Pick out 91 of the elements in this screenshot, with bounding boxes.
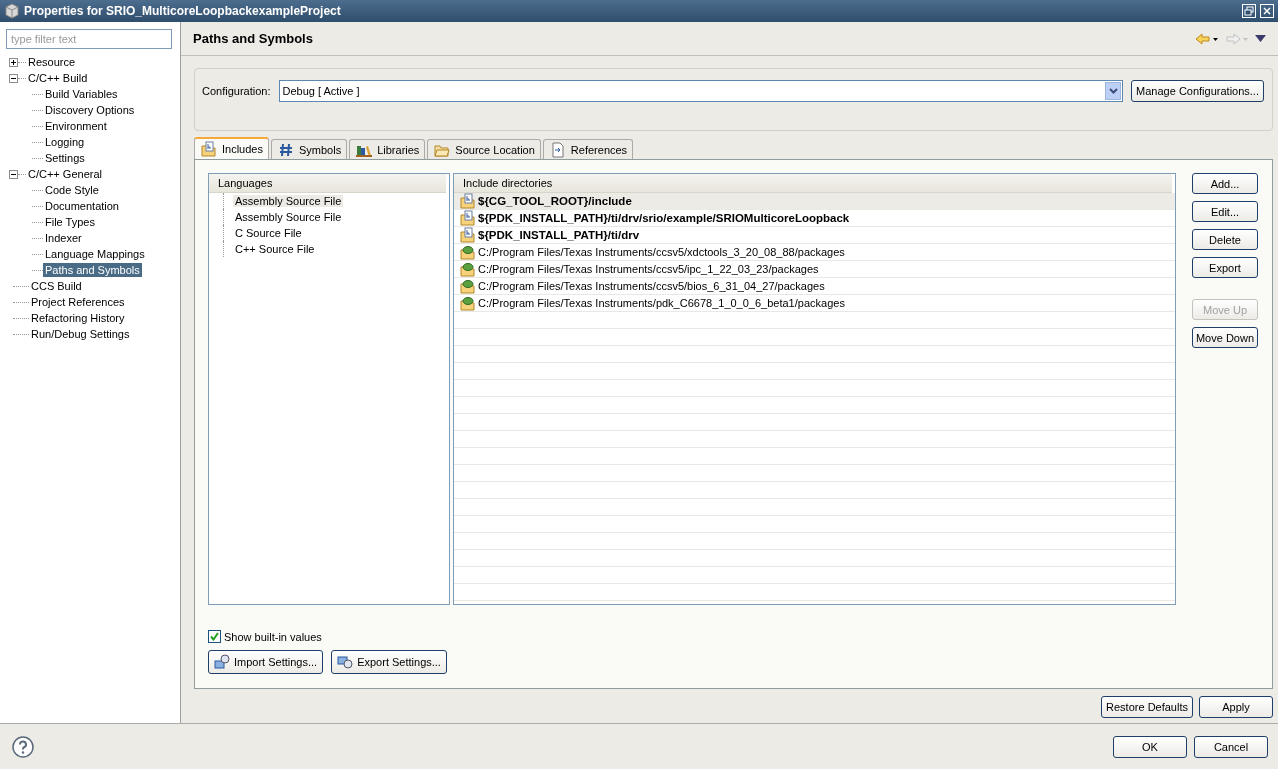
package-folder-icon xyxy=(460,244,476,260)
list-item[interactable]: C Source File xyxy=(233,227,304,239)
list-item[interactable]: Assembly Source File xyxy=(233,211,344,223)
list-item[interactable]: C++ Source File xyxy=(233,243,317,255)
checkbox-label: Show built-in values xyxy=(224,630,322,643)
hash-icon xyxy=(278,141,294,158)
tree-item[interactable]: Project References xyxy=(29,295,127,309)
directory-path: ${PDK_INSTALL_PATH}/ti/drv/srio/example/SRIOMulticoreLoopback xyxy=(478,212,850,224)
directory-path: C:/Program Files/Texas Instruments/ccsv5/bios_6_31_04_27/packages xyxy=(478,280,825,292)
filter-field[interactable]: type filter text xyxy=(6,29,172,49)
back-button[interactable] xyxy=(1195,32,1219,45)
tab[interactable]: Includes xyxy=(194,137,269,159)
tree-item[interactable]: Run/Debug Settings xyxy=(29,327,132,341)
tree-item[interactable]: Resource xyxy=(26,55,78,69)
tree-item[interactable]: CCS Build xyxy=(29,279,84,293)
tree-item[interactable]: File Types xyxy=(43,215,97,229)
table-row[interactable]: ${PDK_INSTALL_PATH}/ti/drv xyxy=(454,227,1175,244)
action-button[interactable]: Move Down xyxy=(1192,327,1258,348)
tab[interactable]: References xyxy=(542,139,634,159)
expand-toggle[interactable] xyxy=(9,169,18,179)
directory-path: C:/Program Files/Texas Instruments/ccsv5/ipc_1_22_03_23/packages xyxy=(478,263,819,275)
close-button[interactable] xyxy=(1260,4,1274,18)
export-icon xyxy=(337,654,354,670)
directory-path: C:/Program Files/Texas Instruments/ccsv5/xdctools_3_20_08_88/packages xyxy=(478,246,845,258)
view-menu-button[interactable] xyxy=(1255,35,1266,42)
page-button[interactable]: Apply xyxy=(1199,696,1273,718)
tree-item[interactable]: Language Mappings xyxy=(43,247,147,261)
window-title: Properties for SRIO_MulticoreLoopbackexampleProject xyxy=(24,4,342,18)
include-folder-icon xyxy=(460,193,476,209)
settings-button[interactable]: Export Settings... xyxy=(331,650,447,674)
right-arrow-icon xyxy=(1225,32,1249,45)
plus-icon xyxy=(10,58,17,66)
tab[interactable]: Libraries xyxy=(349,139,426,159)
tree-item[interactable]: Indexer xyxy=(43,231,84,245)
tree-item[interactable]: C/C++ Build xyxy=(26,71,90,85)
tree-item[interactable]: Environment xyxy=(43,119,109,133)
expand-toggle[interactable] xyxy=(9,57,18,67)
left-arrow-icon xyxy=(1195,32,1219,45)
dialog-button[interactable]: OK xyxy=(1113,735,1187,758)
close-icon xyxy=(1262,6,1272,16)
manage-configurations-button[interactable]: Manage Configurations... xyxy=(1131,80,1264,102)
tree-item[interactable]: C/C++ General xyxy=(26,167,104,181)
configuration-dropdown[interactable]: Debug [ Active ] xyxy=(278,80,1124,102)
tree-item[interactable]: Logging xyxy=(43,135,87,149)
settings-button[interactable]: Import Settings... xyxy=(208,650,324,674)
include-folder-icon xyxy=(460,210,476,226)
package-folder-icon xyxy=(460,261,476,277)
directory-path: C:/Program Files/Texas Instruments/pdk_C6678_1_0_0_6_beta1/packages xyxy=(478,297,845,309)
import-icon xyxy=(214,654,230,670)
table-row[interactable]: C:/Program Files/Texas Instruments/ccsv5/xdctools_3_20_08_88/packages xyxy=(454,244,1175,261)
checkbox[interactable] xyxy=(208,630,221,643)
action-button[interactable]: Edit... xyxy=(1192,201,1258,222)
directory-path: ${PDK_INSTALL_PATH}/ti/drv xyxy=(478,229,640,241)
page-title: Paths and Symbols xyxy=(193,31,314,46)
directory-path: ${CG_TOOL_ROOT}/include xyxy=(478,195,632,207)
list-item[interactable]: Assembly Source File xyxy=(233,195,344,207)
tree-item[interactable]: Documentation xyxy=(43,199,121,213)
package-folder-icon xyxy=(460,278,476,294)
tree-item[interactable]: Settings xyxy=(43,151,87,165)
table-row[interactable]: C:/Program Files/Texas Instruments/ccsv5/bios_6_31_04_27/packages xyxy=(454,278,1175,295)
page-button[interactable]: Restore Defaults xyxy=(1101,696,1193,718)
tab[interactable]: Symbols xyxy=(271,139,348,159)
table-row[interactable]: ${CG_TOOL_ROOT}/include xyxy=(454,193,1175,210)
cube-icon xyxy=(4,3,20,19)
column-header: Include directories xyxy=(454,174,1172,193)
table-row[interactable]: ${PDK_INSTALL_PATH}/ti/drv/srio/example/SRIOMulticoreLoopback xyxy=(454,210,1175,227)
table-row[interactable]: C:/Program Files/Texas Instruments/ccsv5/ipc_1_22_03_23/packages xyxy=(454,261,1175,278)
help-button[interactable] xyxy=(12,735,34,758)
package-folder-icon xyxy=(460,295,476,311)
action-button[interactable]: Delete xyxy=(1192,229,1258,250)
table-row[interactable]: C:/Program Files/Texas Instruments/pdk_C6678_1_0_0_6_beta1/packages xyxy=(454,295,1175,312)
chevron-down-icon xyxy=(1108,88,1118,94)
column-header: Languages xyxy=(209,174,446,193)
tree-item[interactable]: Discovery Options xyxy=(43,103,137,117)
tree-item[interactable]: Build Variables xyxy=(43,87,120,101)
triangle-down-icon xyxy=(1255,35,1266,42)
field-label: Configuration: xyxy=(202,85,271,97)
help-icon xyxy=(12,735,34,758)
restore-icon xyxy=(1244,6,1254,16)
action-button[interactable]: Export xyxy=(1192,257,1258,278)
tree-item[interactable]: Refactoring History xyxy=(29,311,127,325)
include-folder-icon xyxy=(460,227,476,243)
tree-item[interactable]: Code Style xyxy=(43,183,101,197)
maximize-button[interactable] xyxy=(1242,4,1256,18)
action-button[interactable]: Add... xyxy=(1192,173,1258,194)
expand-toggle[interactable] xyxy=(9,73,18,83)
check-icon xyxy=(210,632,219,641)
dialog-button[interactable]: Cancel xyxy=(1194,735,1268,758)
tab[interactable]: Source Location xyxy=(427,139,541,159)
tree-item[interactable]: Paths and Symbols xyxy=(43,263,142,277)
include-folder-icon xyxy=(201,141,217,157)
